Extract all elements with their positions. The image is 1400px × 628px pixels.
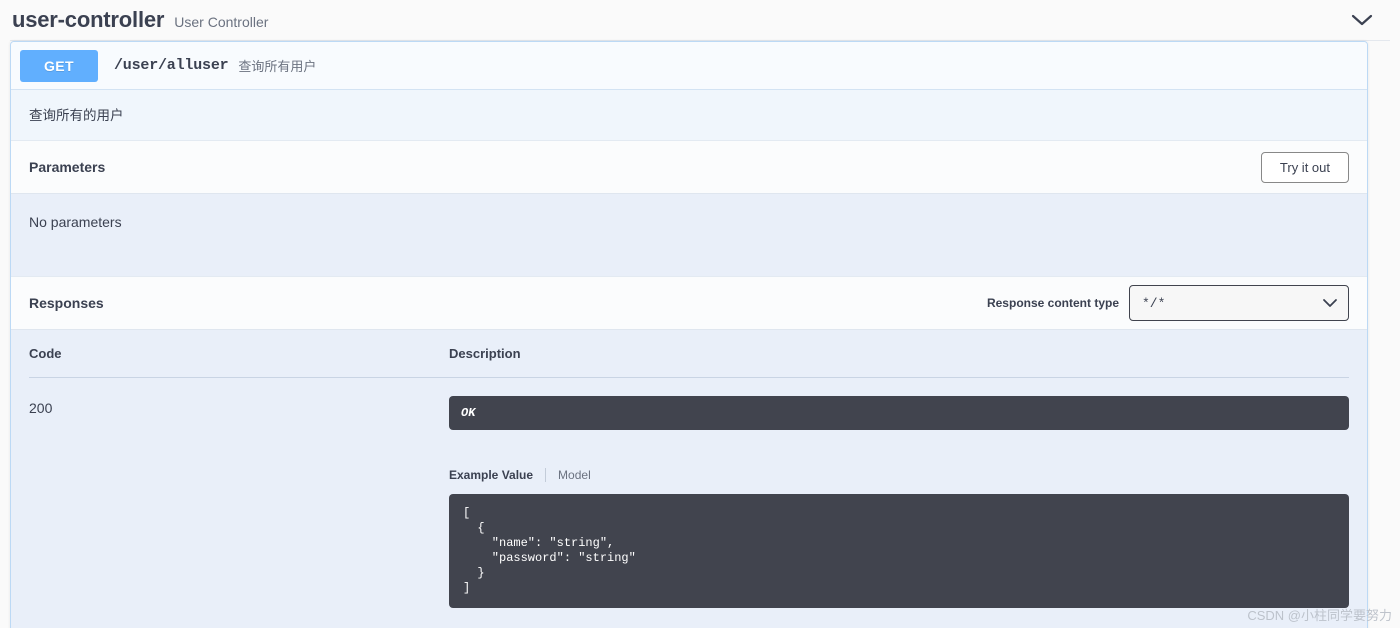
try-it-out-button[interactable]: Try it out xyxy=(1260,151,1349,183)
response-description-box: OK xyxy=(449,396,1349,430)
response-content-type-value: */* xyxy=(1142,295,1166,311)
tab-example-value[interactable]: Example Value xyxy=(449,468,533,482)
response-code: 200 xyxy=(29,400,53,416)
chevron-down-icon[interactable] xyxy=(1346,4,1378,36)
parameters-title: Parameters xyxy=(29,159,106,175)
table-row: 200 OK Example Value Model [ { "name": "… xyxy=(29,378,1349,621)
response-content-type-group: Response content type */* xyxy=(987,285,1349,321)
response-description-cell xyxy=(449,620,1349,628)
column-header-code: Code xyxy=(29,346,449,378)
operation-path: /user/alluser xyxy=(114,57,229,74)
chevron-down-icon xyxy=(1322,298,1338,308)
example-model-tabs: Example Value Model xyxy=(449,468,1349,482)
responses-header: Responses Response content type */* xyxy=(11,276,1367,330)
operation-block-get-user-alluser: GET /user/alluser 查询所有用户 查询所有的用户 Paramet… xyxy=(10,41,1368,628)
responses-table-header-row: Code Description xyxy=(29,346,1349,378)
parameters-header: Parameters Try it out xyxy=(11,140,1367,194)
responses-body: Code Description 200 OK Example Value Mo… xyxy=(11,330,1367,628)
column-header-description: Description xyxy=(449,346,1349,378)
http-method-badge[interactable]: GET xyxy=(20,49,98,82)
response-content-type-select[interactable]: */* xyxy=(1129,285,1349,321)
response-code: 401 xyxy=(29,620,449,628)
operation-summary-bar[interactable]: GET /user/alluser 查询所有用户 xyxy=(11,42,1367,90)
parameters-body: No parameters xyxy=(11,194,1367,276)
table-row: 401 xyxy=(29,620,1349,628)
no-parameters-text: No parameters xyxy=(29,214,122,230)
tag-header[interactable]: user-controller User Controller xyxy=(0,0,1400,40)
operation-description: 查询所有的用户 xyxy=(11,90,1367,140)
responses-title: Responses xyxy=(29,295,104,311)
tag-name: user-controller xyxy=(12,7,165,32)
tag-description: User Controller xyxy=(174,14,269,30)
example-value-code-block[interactable]: [ { "name": "string", "password": "strin… xyxy=(449,494,1349,608)
operation-body: 查询所有的用户 Parameters Try it out No paramet… xyxy=(11,90,1367,628)
tab-model[interactable]: Model xyxy=(558,468,591,482)
response-content-type-label: Response content type xyxy=(986,296,1119,310)
swagger-ui-page: user-controller User Controller GET /use… xyxy=(0,0,1400,628)
response-description-cell: OK Example Value Model [ { "name": "stri… xyxy=(449,378,1349,621)
responses-table: Code Description 200 OK Example Value Mo… xyxy=(29,346,1349,628)
operation-summary-text: 查询所有用户 xyxy=(238,59,317,74)
tab-divider xyxy=(545,468,547,482)
